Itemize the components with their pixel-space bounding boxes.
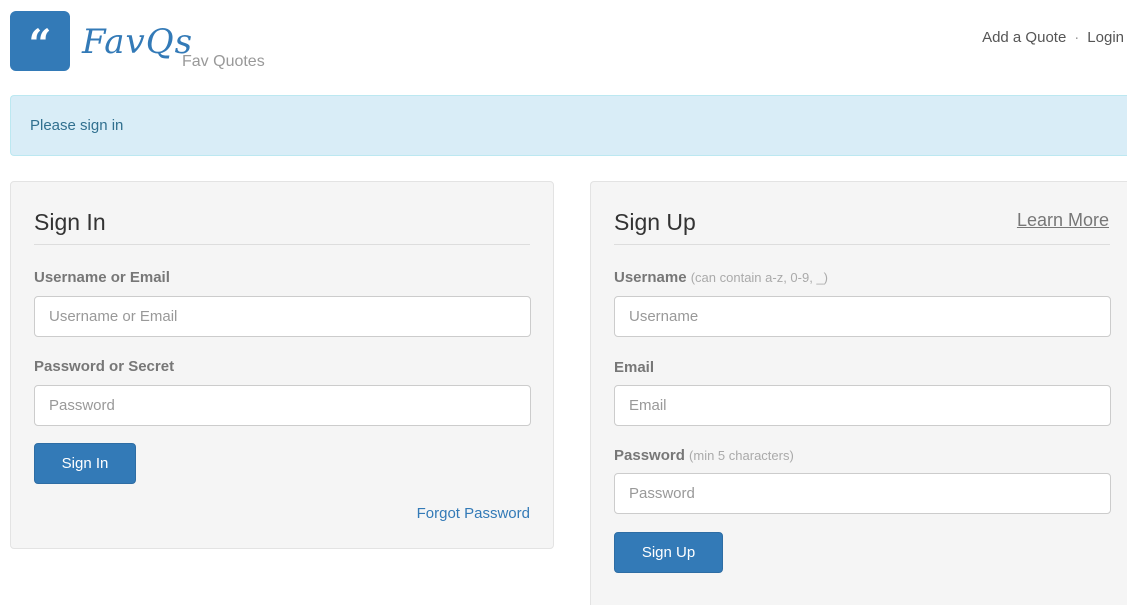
sign-up-username-input[interactable]: [614, 296, 1111, 337]
site-header: “ FavQs Fav Quotes Add a Quote · Login: [0, 0, 1127, 80]
username-label: Username (can contain a-z, 0-9, _): [614, 269, 828, 286]
brand-tagline: Fav Quotes: [182, 53, 265, 70]
sign-in-button[interactable]: Sign In: [34, 443, 136, 484]
nav-separator: ·: [1074, 29, 1080, 46]
sign-in-password-input[interactable]: [34, 385, 531, 426]
sign-up-button[interactable]: Sign Up: [614, 532, 723, 573]
sign-up-password-input[interactable]: [614, 473, 1111, 514]
sign-in-title: Sign In: [34, 209, 530, 245]
email-label: Email: [614, 359, 655, 376]
username-label-text: Username: [614, 269, 687, 286]
username-or-email-input[interactable]: [34, 296, 531, 337]
sign-in-panel: Sign In Username or Email Password or Se…: [10, 181, 554, 549]
add-quote-link[interactable]: Add a Quote: [982, 29, 1066, 46]
password-or-secret-label: Password or Secret: [34, 358, 175, 375]
top-nav: Add a Quote · Login: [982, 29, 1124, 46]
logo-glyph: “: [28, 21, 52, 68]
login-link[interactable]: Login: [1087, 29, 1124, 46]
quote-logo-icon[interactable]: “: [10, 11, 70, 71]
sign-up-panel: Sign Up Learn More Username (can contain…: [590, 181, 1127, 605]
username-or-email-label: Username or Email: [34, 269, 170, 286]
password-label: Password (min 5 characters): [614, 447, 794, 464]
learn-more-link[interactable]: Learn More: [1017, 210, 1109, 231]
sign-up-email-input[interactable]: [614, 385, 1111, 426]
sign-in-alert: Please sign in: [10, 95, 1127, 156]
password-label-text: Password: [614, 447, 685, 464]
username-hint: (can contain a-z, 0-9, _): [690, 270, 829, 285]
brand-name[interactable]: FavQs: [82, 22, 193, 62]
password-hint: (min 5 characters): [689, 448, 794, 463]
forgot-password-link[interactable]: Forgot Password: [417, 505, 530, 522]
